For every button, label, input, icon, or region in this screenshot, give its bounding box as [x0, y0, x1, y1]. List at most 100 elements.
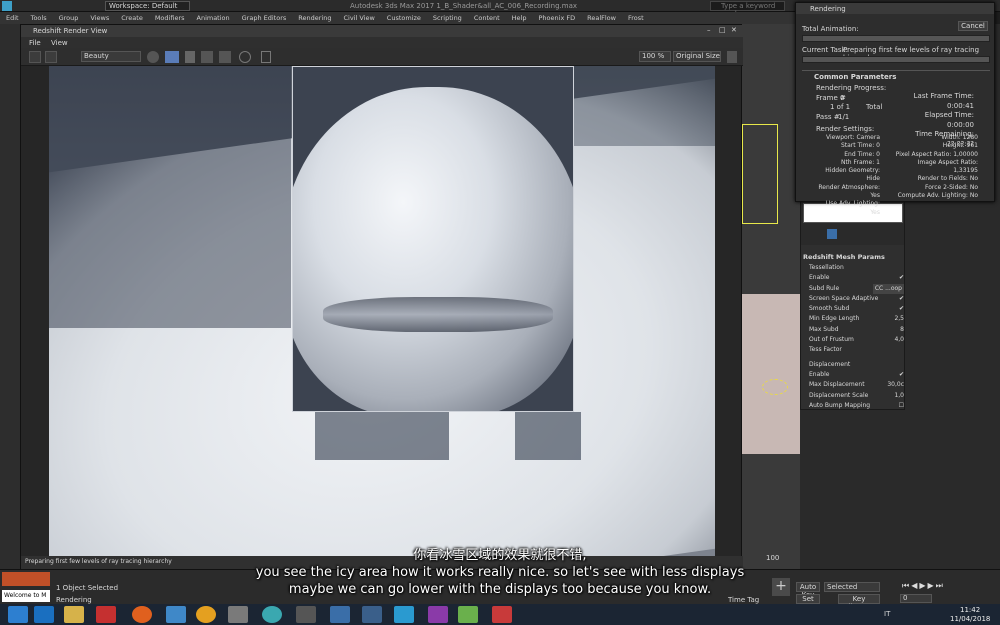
- max-displacement-input[interactable]: 30,0c: [887, 380, 904, 390]
- explorer-icon[interactable]: [64, 606, 84, 623]
- app-icon-2[interactable]: [296, 606, 316, 623]
- redshift-render-view: Redshift Render View – □ ✕ File View Bea…: [20, 24, 743, 569]
- expand-icon[interactable]: [727, 51, 737, 63]
- app-icon-8[interactable]: [492, 606, 512, 623]
- menu-edit[interactable]: Edit: [0, 12, 25, 24]
- frame-icon[interactable]: [261, 51, 271, 63]
- stop-icon[interactable]: [45, 51, 57, 63]
- app-icon-5[interactable]: [394, 606, 414, 623]
- gear-icon[interactable]: [201, 51, 213, 63]
- menu-animation[interactable]: Animation: [191, 12, 236, 24]
- menu-realflow[interactable]: RealFlow: [581, 12, 622, 24]
- enable-checkbox[interactable]: ✔: [899, 273, 904, 283]
- out-of-frustum-label: Out of Frustum: [809, 336, 854, 344]
- app-icon-3[interactable]: [330, 606, 350, 623]
- menu-rendering[interactable]: Rendering: [292, 12, 337, 24]
- size-mode-select[interactable]: Original Size: [673, 51, 721, 62]
- min-edge-input[interactable]: 2,5: [894, 314, 904, 324]
- workspace-select[interactable]: Workspace: Default: [105, 1, 190, 11]
- maxscript-listener[interactable]: [2, 572, 50, 586]
- viewport-right[interactable]: [742, 24, 800, 579]
- language-indicator[interactable]: IT: [884, 610, 890, 618]
- menu-views[interactable]: Views: [84, 12, 115, 24]
- menu-scripting[interactable]: Scripting: [427, 12, 468, 24]
- menu-civil-view[interactable]: Civil View: [337, 12, 380, 24]
- app-icon-6[interactable]: [428, 606, 448, 623]
- menu-frost[interactable]: Frost: [622, 12, 650, 24]
- auto-bump-checkbox[interactable]: ☐: [899, 401, 904, 411]
- playback-controls[interactable]: ⏮◀▶▶⏭: [902, 581, 982, 591]
- render-view-titlebar[interactable]: Redshift Render View – □ ✕: [21, 25, 743, 37]
- menu-view[interactable]: View: [51, 39, 68, 47]
- lock-icon[interactable]: [185, 51, 195, 63]
- firefox-icon[interactable]: [132, 606, 152, 623]
- minimize-icon[interactable]: –: [707, 26, 711, 34]
- key-filters-button[interactable]: Key Filters...: [838, 594, 880, 611]
- search-input[interactable]: Type a keyword or phrase: [710, 1, 785, 18]
- render-icon[interactable]: [29, 51, 41, 63]
- welcome-field[interactable]: Welcome to M: [2, 590, 50, 602]
- pixel-aspect-label: Pixel Aspect Ratio:: [895, 150, 952, 158]
- menu-customize[interactable]: Customize: [381, 12, 427, 24]
- circle-icon[interactable]: [239, 51, 251, 63]
- pixel-aspect-value: 1,00000: [953, 150, 978, 158]
- screen-space-checkbox[interactable]: ✔: [899, 294, 904, 304]
- common-parameters-title[interactable]: Common Parameters: [814, 73, 896, 81]
- max-subd-input[interactable]: 8: [900, 325, 904, 335]
- menu-phoenix-fd[interactable]: Phoenix FD: [533, 12, 582, 24]
- channel-select[interactable]: Beauty: [81, 51, 141, 62]
- clock-date[interactable]: 11/04/2018: [950, 615, 990, 623]
- auto-key-button[interactable]: Auto Key: [796, 582, 820, 599]
- menu-file[interactable]: File: [29, 39, 41, 47]
- viewport-perspective[interactable]: [742, 294, 800, 454]
- total-progress-bar: [802, 35, 990, 42]
- menu-help[interactable]: Help: [506, 12, 533, 24]
- menu-graph-editors[interactable]: Graph Editors: [236, 12, 293, 24]
- disp-enable-checkbox[interactable]: ✔: [899, 370, 904, 380]
- unrendered-bucket-1: [315, 412, 449, 460]
- rendering-label: Rendering: [56, 596, 92, 604]
- render-fields-label: Render to Fields:: [917, 175, 968, 183]
- menu-create[interactable]: Create: [115, 12, 149, 24]
- app-icon-7[interactable]: [458, 606, 478, 623]
- menu-modifiers[interactable]: Modifiers: [149, 12, 191, 24]
- snapshot-icon[interactable]: [147, 51, 159, 63]
- add-key-button[interactable]: +: [772, 578, 790, 596]
- render-canvas[interactable]: [49, 66, 715, 556]
- app-icon-w[interactable]: [262, 606, 282, 623]
- maximize-icon[interactable]: □: [719, 26, 726, 34]
- pass-label: Pass #: [816, 113, 840, 121]
- frame-field[interactable]: 0: [900, 594, 932, 603]
- size-mode-value: Original Size: [676, 52, 720, 60]
- close-icon[interactable]: ✕: [731, 26, 737, 34]
- mound-band: [323, 297, 553, 332]
- zoom-select[interactable]: 100 %: [639, 51, 671, 62]
- chrome-icon[interactable]: [196, 606, 216, 623]
- app-icon-1[interactable]: [228, 606, 248, 623]
- media-icon[interactable]: [96, 606, 116, 623]
- pin-stack-icon[interactable]: [827, 229, 837, 239]
- start-icon[interactable]: [8, 606, 28, 623]
- smooth-subd-checkbox[interactable]: ✔: [899, 304, 904, 314]
- mesh-params-title[interactable]: Redshift Mesh Params: [803, 253, 903, 261]
- menu-tools[interactable]: Tools: [25, 12, 53, 24]
- edge-icon[interactable]: [34, 606, 54, 623]
- app-logo[interactable]: [2, 1, 12, 11]
- set-key-button[interactable]: Set Key: [796, 594, 820, 611]
- menu-group[interactable]: Group: [53, 12, 85, 24]
- clock-time[interactable]: 11:42: [960, 606, 980, 614]
- menu-content[interactable]: Content: [468, 12, 506, 24]
- time-tag[interactable]: Time Tag: [728, 596, 759, 604]
- app-icon-4[interactable]: [362, 606, 382, 623]
- subd-rule-select[interactable]: CC ...oop: [872, 283, 904, 294]
- skype-icon[interactable]: [166, 606, 186, 623]
- cancel-button[interactable]: Cancel: [958, 21, 988, 31]
- region-icon[interactable]: [165, 51, 179, 63]
- selected-select[interactable]: Selected: [824, 582, 880, 592]
- rendering-titlebar[interactable]: Rendering: [796, 3, 994, 14]
- render-view-toolbar: Beauty 100 % Original Size: [21, 48, 743, 66]
- displacement-scale-input[interactable]: 1,0: [894, 391, 904, 401]
- history-icon[interactable]: [219, 51, 231, 63]
- out-of-frustum-input[interactable]: 4,0: [894, 335, 904, 345]
- render-region[interactable]: [292, 66, 574, 412]
